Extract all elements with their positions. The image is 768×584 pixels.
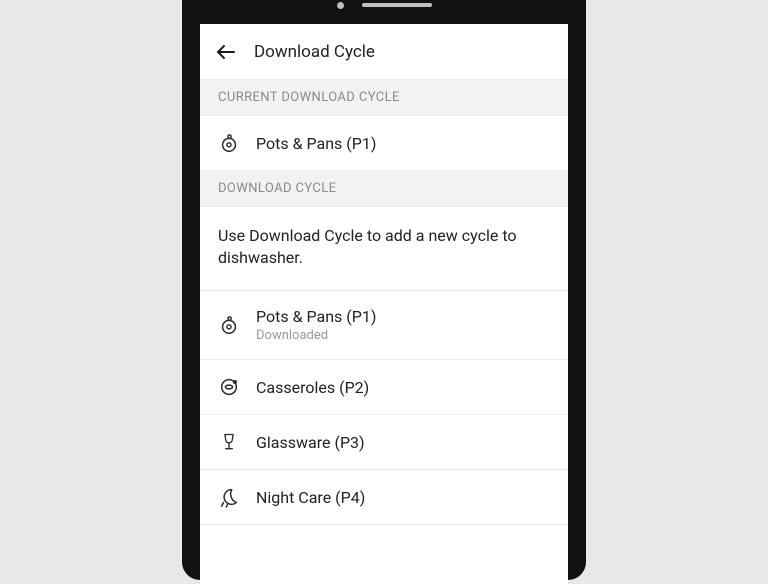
cycle-label: Pots & Pans (P1) — [256, 307, 376, 326]
cycle-labels: Night Care (P4) — [256, 488, 365, 507]
current-cycle-labels: Pots & Pans (P1) — [256, 134, 376, 153]
section-header-current: CURRENT DOWNLOAD CYCLE — [200, 80, 568, 116]
cycle-label: Casseroles (P2) — [256, 378, 369, 397]
cycle-labels: Glassware (P3) — [256, 433, 365, 452]
device-frame: Download Cycle CURRENT DOWNLOAD CYCLE Po… — [182, 0, 586, 580]
camera-dot-icon — [337, 2, 344, 9]
cycle-row-pots-pans[interactable]: Pots & Pans (P1) Downloaded — [200, 291, 568, 360]
page-title: Download Cycle — [254, 42, 375, 62]
cycle-row-night-care[interactable]: Night Care (P4) — [200, 470, 568, 525]
current-cycle-label: Pots & Pans (P1) — [256, 134, 376, 153]
cycle-labels: Casseroles (P2) — [256, 378, 369, 397]
app-header: Download Cycle — [200, 24, 568, 80]
casseroles-icon — [218, 376, 240, 398]
current-cycle-row[interactable]: Pots & Pans (P1) — [200, 116, 568, 171]
back-arrow-icon[interactable] — [214, 40, 238, 64]
pots-pans-icon — [218, 132, 240, 154]
cycle-row-casseroles[interactable]: Casseroles (P2) — [200, 360, 568, 415]
speaker-slot-icon — [362, 3, 432, 7]
night-care-icon — [218, 486, 240, 508]
pots-pans-icon — [218, 314, 240, 336]
device-top-bar — [200, 0, 568, 18]
cycle-label: Glassware (P3) — [256, 433, 365, 452]
cycle-label: Night Care (P4) — [256, 488, 365, 507]
screen: Download Cycle CURRENT DOWNLOAD CYCLE Po… — [200, 24, 568, 584]
cycle-row-glassware[interactable]: Glassware (P3) — [200, 415, 568, 470]
cycle-sublabel: Downloaded — [256, 328, 376, 343]
glassware-icon — [218, 431, 240, 453]
section-header-cycles: DOWNLOAD CYCLE — [200, 171, 568, 207]
cycles-description: Use Download Cycle to add a new cycle to… — [200, 207, 568, 291]
cycle-labels: Pots & Pans (P1) Downloaded — [256, 307, 376, 343]
